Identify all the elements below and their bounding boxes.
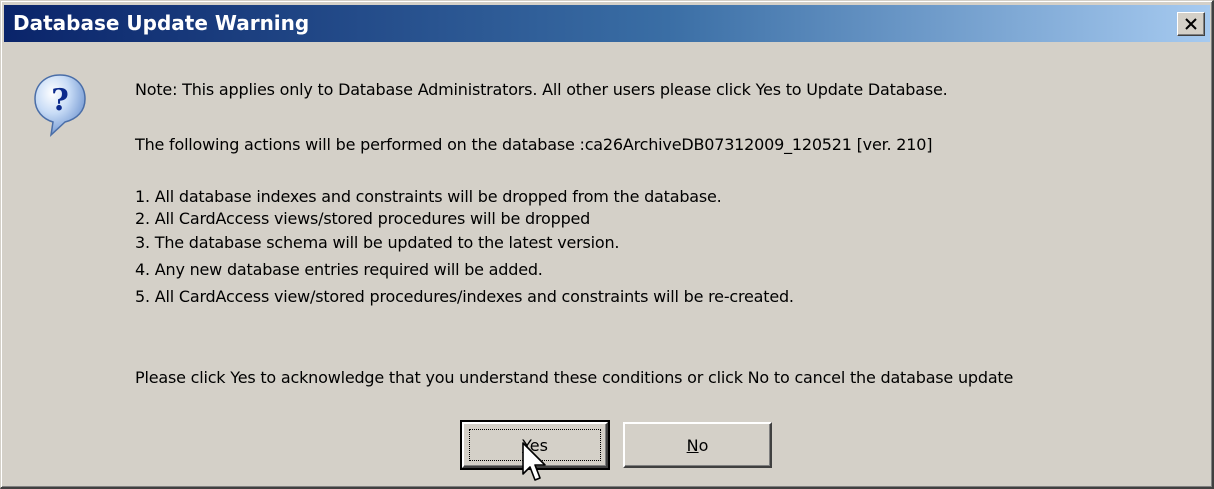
- no-mnemonic: N: [686, 435, 699, 455]
- question-icon: ?: [34, 74, 86, 137]
- action-item-1: 1. All database indexes and constraints …: [135, 187, 722, 206]
- no-button[interactable]: No: [623, 422, 772, 468]
- actions-intro-text: The following actions will be performed …: [135, 135, 933, 154]
- no-button-label: No: [687, 436, 709, 455]
- action-item-3: 3. The database schema will be updated t…: [135, 233, 620, 252]
- dialog-title: Database Update Warning: [13, 11, 310, 35]
- close-icon: [1185, 18, 1197, 30]
- note-text: Note: This applies only to Database Admi…: [135, 80, 948, 99]
- close-button[interactable]: [1177, 12, 1205, 36]
- action-item-2: 2. All CardAccess views/stored procedure…: [135, 209, 591, 228]
- svg-text:?: ?: [51, 83, 69, 118]
- mouse-cursor-icon: [522, 442, 546, 481]
- no-label-rest: o: [698, 435, 709, 455]
- title-bar[interactable]: Database Update Warning: [4, 5, 1210, 42]
- prompt-text: Please click Yes to acknowledge that you…: [135, 368, 1014, 387]
- database-update-warning-dialog: Database Update Warning ? Note: This app…: [0, 0, 1214, 489]
- action-item-4: 4. Any new database entries required wil…: [135, 260, 543, 279]
- action-item-5: 5. All CardAccess view/stored procedures…: [135, 287, 794, 306]
